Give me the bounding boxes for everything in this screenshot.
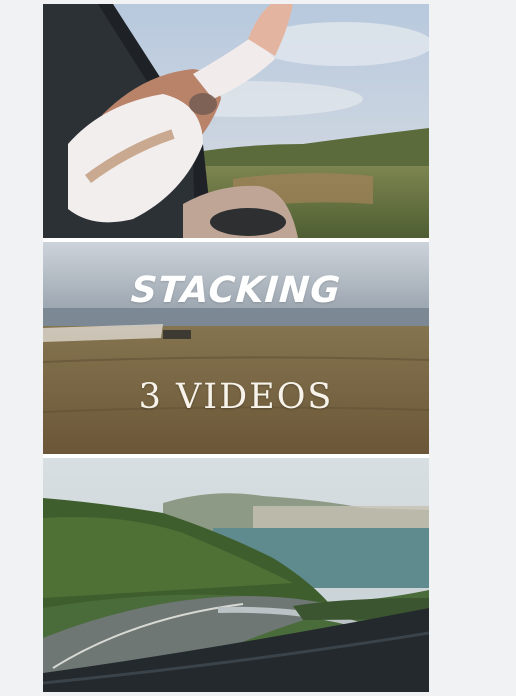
- video-panel-2: STACKING 3 VIDEOS: [43, 242, 429, 454]
- thumbnail-subtitle: 3 VIDEOS: [138, 377, 334, 417]
- video-panel-1: [43, 4, 429, 238]
- video-panel-3: [43, 458, 429, 692]
- coastal-road-scene-image: [43, 458, 429, 692]
- car-window-scene-image: [43, 4, 429, 238]
- thumbnail-title: STACKING: [129, 270, 343, 311]
- video-thumbnail[interactable]: STACKING 3 VIDEOS: [43, 4, 429, 692]
